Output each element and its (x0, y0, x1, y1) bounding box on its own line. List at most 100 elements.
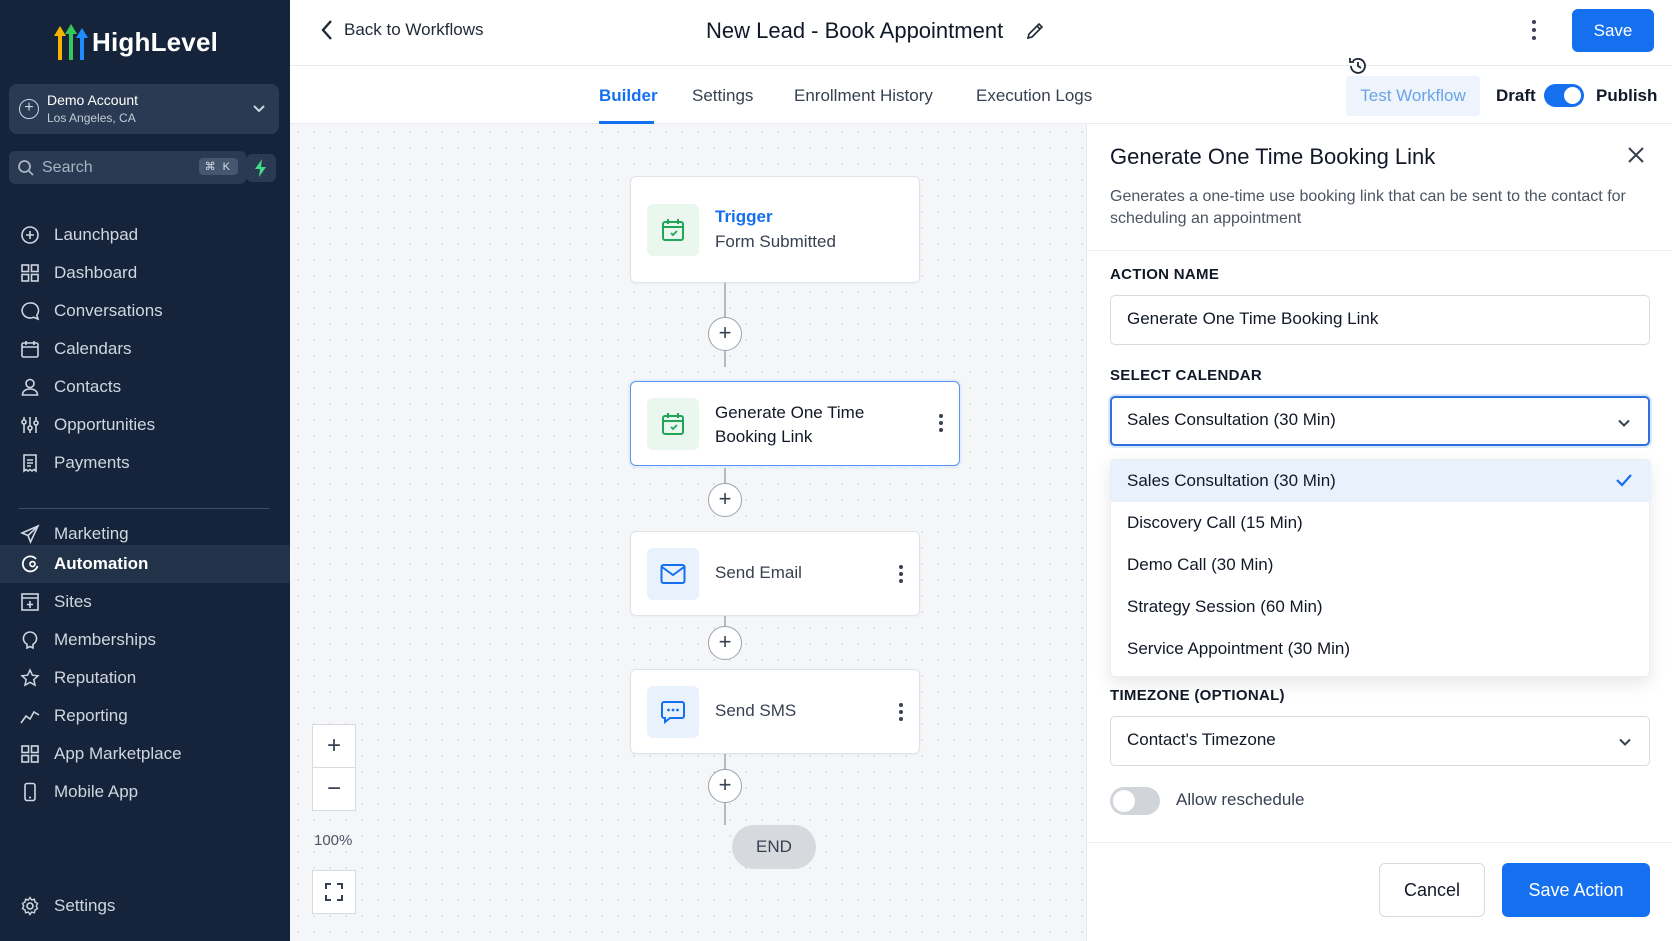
sidebar-item-label: Contacts (54, 377, 122, 396)
sites-icon (21, 593, 39, 611)
close-icon[interactable] (1627, 146, 1645, 164)
node-options-icon[interactable] (897, 563, 905, 585)
option-label: Sales Consultation (30 Min) (1127, 471, 1336, 490)
tab-enrollment-history[interactable]: Enrollment History (794, 86, 933, 106)
sidebar-item-conversations[interactable]: Conversations (0, 292, 290, 330)
chevron-down-icon (253, 105, 265, 113)
action-node-booking-link[interactable]: Generate One Time Booking Link (630, 381, 960, 466)
tab-execution-logs[interactable]: Execution Logs (976, 86, 1092, 106)
chevron-down-icon (1618, 419, 1630, 427)
option-label: Demo Call (30 Min) (1127, 555, 1274, 574)
sidebar-item-launchpad[interactable]: Launchpad (0, 216, 290, 254)
calendar-option[interactable]: Service Appointment (30 Min) (1111, 628, 1651, 670)
dashboard-icon (21, 264, 39, 282)
contacts-icon (21, 378, 39, 396)
add-step-button[interactable]: + (708, 483, 742, 517)
search-placeholder: Search (42, 159, 93, 176)
sidebar-item-opportunities[interactable]: Opportunities (0, 406, 290, 444)
sidebar-item-label: Launchpad (54, 225, 139, 244)
calendar-option[interactable]: Sales Consultation (30 Min) (1111, 460, 1651, 502)
sidebar-item-label: Opportunities (54, 415, 156, 434)
add-step-button[interactable]: + (708, 626, 742, 660)
logo[interactable]: HighLevel (54, 22, 218, 62)
calendar-option[interactable]: Demo Call (30 Min) (1111, 544, 1651, 586)
timezone-select[interactable]: Contact's Timezone (1110, 716, 1650, 766)
save-button[interactable]: Save (1572, 9, 1654, 52)
sidebar-item-sites[interactable]: Sites (0, 583, 290, 621)
sidebar-item-dashboard[interactable]: Dashboard (0, 254, 290, 292)
sidebar-item-mobile-app[interactable]: Mobile App (0, 773, 290, 811)
end-node: END (732, 825, 816, 869)
sidebar-item-reporting[interactable]: Reporting (0, 697, 290, 735)
sidebar-divider (18, 508, 270, 509)
sidebar-item-label: Automation (54, 554, 149, 573)
more-options-icon[interactable] (1530, 18, 1538, 42)
action-icon-box (647, 548, 699, 600)
sidebar-item-label: Sites (54, 592, 92, 611)
top-header: Back to Workflows New Lead - Book Appoin… (290, 0, 1672, 66)
sidebar-item-label: Payments (54, 453, 130, 472)
chevron-left-icon (321, 20, 332, 40)
action-label: Generate One Time Booking Link (715, 403, 865, 446)
sidebar-item-reputation[interactable]: Reputation (0, 659, 290, 697)
automation-icon (21, 555, 39, 573)
tab-settings[interactable]: Settings (692, 86, 753, 106)
zoom-in-button[interactable]: + (312, 724, 356, 768)
search-input[interactable]: Search ⌘ K (9, 151, 246, 184)
mobile-icon (24, 782, 36, 802)
fit-screen-button[interactable] (312, 870, 356, 914)
tab-builder[interactable]: Builder (599, 86, 658, 106)
add-step-button[interactable]: + (708, 769, 742, 803)
trigger-node[interactable]: Trigger Form Submitted (630, 176, 920, 283)
pencil-icon[interactable] (1026, 22, 1044, 40)
sidebar-item-settings[interactable]: Settings (0, 887, 290, 925)
account-switcher[interactable]: + Demo Account Los Angeles, CA (9, 84, 279, 134)
action-name-label: ACTION NAME (1110, 266, 1220, 283)
back-to-workflows-link[interactable]: Back to Workflows (320, 19, 484, 41)
send-icon (20, 524, 40, 544)
fullscreen-icon (325, 883, 343, 901)
quick-action-button[interactable] (246, 154, 276, 182)
sidebar-item-label: Settings (54, 896, 116, 915)
sms-icon (661, 701, 685, 724)
sidebar-item-app-marketplace[interactable]: App Marketplace (0, 735, 290, 773)
add-step-button[interactable]: + (708, 317, 742, 351)
node-options-icon[interactable] (937, 412, 945, 434)
brand-name: HighLevel (92, 26, 219, 57)
calendar-option[interactable]: Strategy Session (60 Min) (1111, 586, 1651, 628)
calendar-icon (662, 219, 684, 241)
action-icon-box (647, 686, 699, 738)
sidebar-item-label: Mobile App (54, 782, 139, 801)
calendar-option[interactable]: Discovery Call (15 Min) (1111, 502, 1651, 544)
publish-toggle[interactable] (1544, 84, 1584, 107)
sidebar-item-memberships[interactable]: Memberships (0, 621, 290, 659)
cancel-button[interactable]: Cancel (1379, 863, 1485, 917)
node-options-icon[interactable] (897, 701, 905, 723)
gear-icon (21, 896, 39, 916)
calendar-select[interactable]: Sales Consultation (30 Min) (1110, 396, 1650, 446)
sidebar-item-contacts[interactable]: Contacts (0, 368, 290, 406)
save-action-button[interactable]: Save Action (1502, 863, 1650, 917)
workflow-canvas[interactable]: Trigger Form Submitted + Generate One Ti… (290, 124, 1086, 941)
option-label: Discovery Call (15 Min) (1127, 513, 1303, 532)
sidebar-item-label: Reputation (54, 668, 137, 687)
action-name-input[interactable]: Generate One Time Booking Link (1110, 295, 1650, 345)
zoom-out-button[interactable]: − (312, 767, 356, 811)
sidebar-item-payments[interactable]: Payments (0, 444, 290, 482)
history-icon[interactable] (1348, 56, 1368, 76)
calendar-icon (21, 341, 39, 358)
publish-label: Publish (1596, 86, 1658, 105)
action-node-send-sms[interactable]: Send SMS (630, 669, 920, 754)
lightning-icon (255, 159, 266, 177)
calendar-selected-value: Sales Consultation (30 Min) (1127, 410, 1336, 429)
panel-description: Generates a one-time use booking link th… (1110, 188, 1626, 227)
test-workflow-button[interactable]: Test Workflow (1346, 76, 1480, 116)
chevron-down-icon (1619, 738, 1631, 746)
action-node-send-email[interactable]: Send Email (630, 531, 920, 616)
sidebar-item-label: App Marketplace (54, 744, 182, 763)
option-label: Service Appointment (30 Min) (1127, 639, 1350, 658)
allow-reschedule-toggle[interactable] (1110, 787, 1160, 815)
sidebar-item-calendars[interactable]: Calendars (0, 330, 290, 368)
sidebar-item-automation[interactable]: Automation (0, 545, 290, 583)
sidebar-item-label: Calendars (54, 339, 132, 358)
